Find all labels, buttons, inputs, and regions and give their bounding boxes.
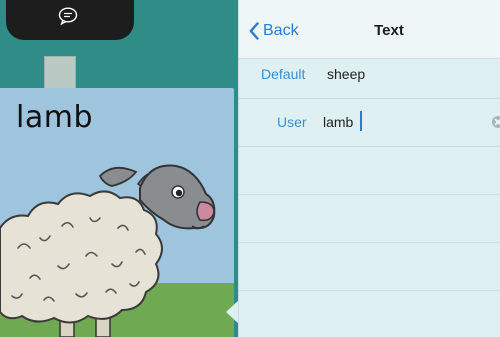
- card-tab-handle[interactable]: [44, 56, 76, 90]
- card-word: lamb: [16, 100, 93, 135]
- nav-title: Text: [374, 22, 404, 39]
- top-toolbar: [6, 0, 134, 40]
- row-default: Default sheep: [239, 50, 500, 99]
- text-caret: [360, 111, 362, 131]
- row-default-label: Default: [261, 66, 306, 82]
- separator: [239, 194, 500, 195]
- chevron-left-icon: [249, 22, 259, 40]
- flash-card[interactable]: lamb: [0, 88, 234, 337]
- app-background: lamb: [0, 0, 238, 337]
- separator: [239, 242, 500, 243]
- row-user-label: User: [277, 114, 307, 130]
- separator: [239, 290, 500, 291]
- clear-text-icon[interactable]: [492, 116, 500, 128]
- back-label: Back: [263, 22, 299, 39]
- row-user: User: [239, 98, 500, 147]
- chat-bubble-icon[interactable]: [58, 7, 78, 25]
- row-default-value: sheep: [327, 66, 366, 82]
- screen: lamb Back Text Default sheep User: [0, 0, 500, 337]
- user-text-input[interactable]: [323, 108, 483, 136]
- back-button[interactable]: Back: [249, 19, 299, 43]
- popover-pointer: [226, 300, 238, 324]
- text-settings-panel: Back Text Default sheep User: [238, 0, 500, 337]
